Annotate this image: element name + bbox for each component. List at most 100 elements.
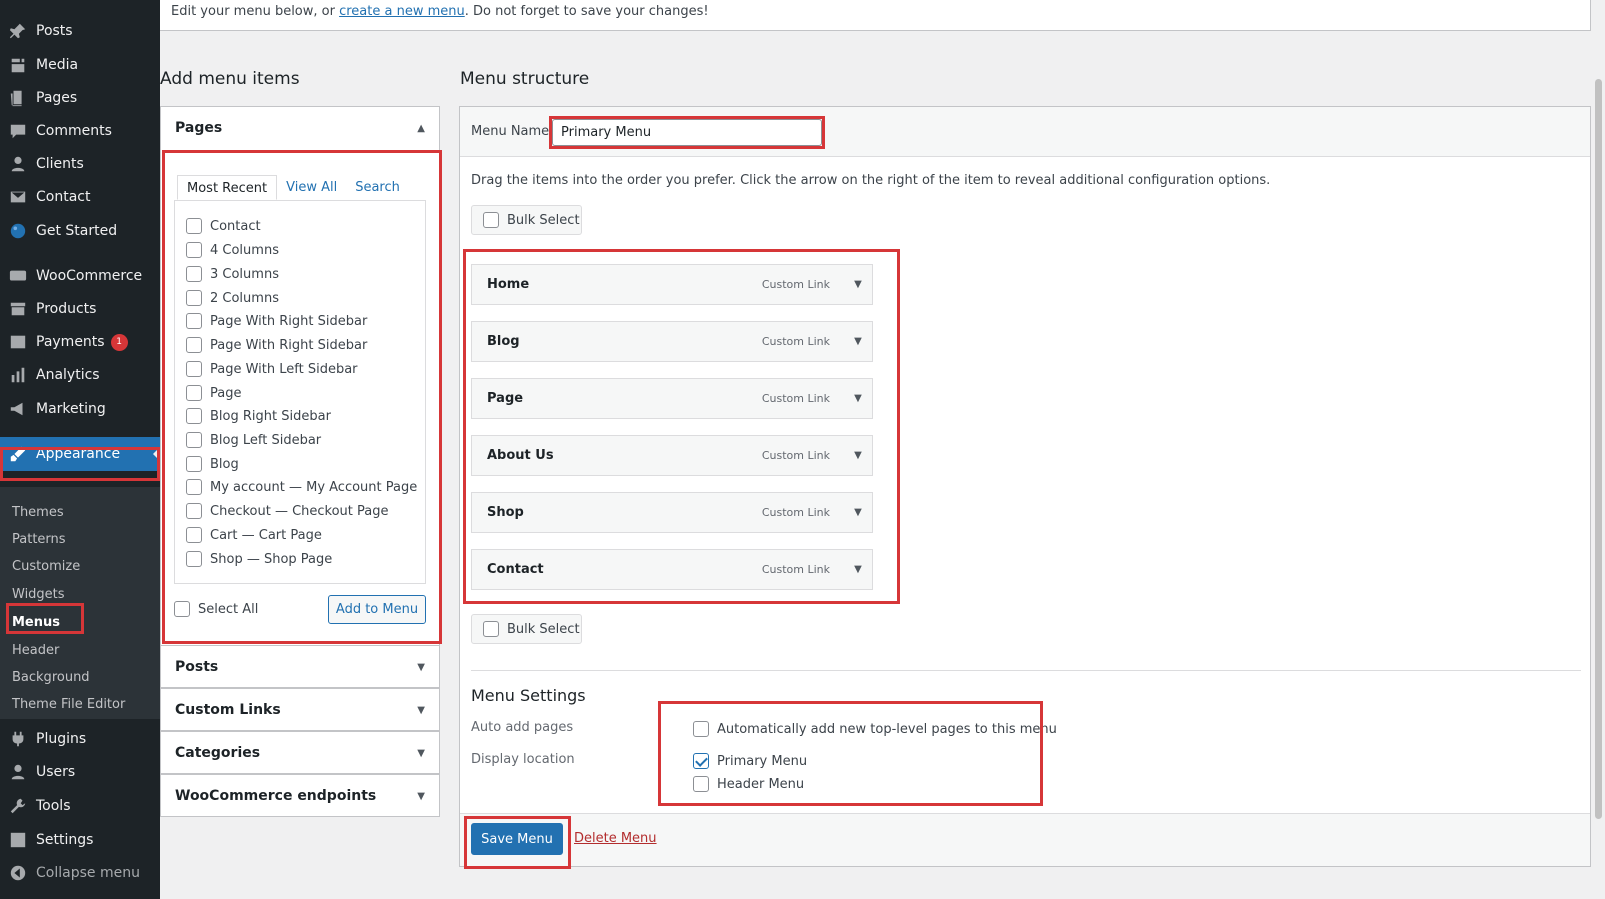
- woocommerce-endpoints-section[interactable]: WooCommerce endpoints ▼: [160, 774, 440, 817]
- nav-woocommerce[interactable]: WooCommerce: [0, 259, 160, 293]
- expand-arrow-icon[interactable]: ▼: [844, 499, 872, 527]
- checkbox[interactable]: [186, 503, 202, 519]
- menu-name-input[interactable]: [552, 119, 822, 146]
- nav-appearance[interactable]: Appearance: [0, 437, 160, 471]
- checkbox[interactable]: [174, 601, 190, 617]
- page-option[interactable]: 4 Columns: [186, 240, 279, 260]
- expand-arrow-icon[interactable]: ▼: [844, 328, 872, 356]
- location-primary-menu[interactable]: Primary Menu: [693, 751, 807, 771]
- submenu-themes[interactable]: Themes: [12, 503, 64, 523]
- nav-settings[interactable]: Settings: [0, 823, 160, 857]
- menu-item[interactable]: Contact Custom Link ▼: [471, 549, 873, 590]
- nav-marketing[interactable]: Marketing: [0, 392, 160, 426]
- delete-menu-link[interactable]: Delete Menu: [574, 831, 657, 846]
- location-header-menu[interactable]: Header Menu: [693, 774, 804, 794]
- nav-analytics[interactable]: Analytics: [0, 358, 160, 392]
- bulk-select-top[interactable]: Bulk Select: [471, 205, 582, 235]
- nav-comments[interactable]: Comments: [0, 114, 160, 148]
- page-option[interactable]: Blog: [186, 454, 239, 474]
- page-label: Page With Left Sidebar: [210, 361, 358, 377]
- expand-arrow-icon[interactable]: ▼: [844, 442, 872, 470]
- page-option[interactable]: Shop — Shop Page: [186, 549, 332, 569]
- page-option[interactable]: My account — My Account Page: [186, 477, 417, 497]
- submenu-menus[interactable]: Menus: [12, 613, 60, 633]
- bulk-select-bottom[interactable]: Bulk Select: [471, 614, 582, 644]
- posts-section[interactable]: Posts ▼: [160, 645, 440, 688]
- page-option[interactable]: Checkout — Checkout Page: [186, 501, 389, 521]
- nav-posts[interactable]: Posts: [0, 14, 160, 48]
- menu-item[interactable]: Page Custom Link ▼: [471, 378, 873, 419]
- menu-item-title: Home: [487, 277, 530, 292]
- checkbox[interactable]: [186, 337, 202, 353]
- page-option[interactable]: Cart — Cart Page: [186, 525, 322, 545]
- select-all[interactable]: Select All: [174, 599, 258, 619]
- checkbox[interactable]: [186, 290, 202, 306]
- tab-search[interactable]: Search: [346, 175, 409, 200]
- submenu-theme-file-editor[interactable]: Theme File Editor: [12, 695, 125, 715]
- checkbox[interactable]: [186, 266, 202, 282]
- tab-view-all[interactable]: View All: [277, 175, 346, 200]
- checkbox[interactable]: [186, 408, 202, 424]
- save-menu-button[interactable]: Save Menu: [471, 823, 563, 855]
- checkbox[interactable]: [693, 721, 709, 737]
- page-option[interactable]: Page With Right Sidebar: [186, 335, 367, 355]
- page-option[interactable]: Page With Right Sidebar: [186, 311, 367, 331]
- submenu-patterns[interactable]: Patterns: [12, 530, 66, 550]
- auto-add-option[interactable]: Automatically add new top-level pages to…: [693, 719, 1057, 739]
- checkbox[interactable]: [186, 242, 202, 258]
- collapse-icon: [8, 863, 28, 883]
- page-option[interactable]: 3 Columns: [186, 264, 279, 284]
- checkbox[interactable]: [483, 212, 499, 228]
- submenu-customize[interactable]: Customize: [12, 557, 80, 577]
- nav-tools[interactable]: Tools: [0, 789, 160, 823]
- create-new-menu-link[interactable]: create a new menu: [339, 4, 465, 19]
- page-option[interactable]: 2 Columns: [186, 288, 279, 308]
- page-option[interactable]: Contact: [186, 216, 261, 236]
- submenu-header[interactable]: Header: [12, 641, 59, 661]
- checkbox[interactable]: [186, 551, 202, 567]
- checkbox[interactable]: [693, 776, 709, 792]
- nav-payments[interactable]: Payments 1: [0, 325, 160, 359]
- checkbox[interactable]: [186, 218, 202, 234]
- checkbox[interactable]: [186, 479, 202, 495]
- custom-links-section[interactable]: Custom Links ▼: [160, 688, 440, 731]
- checkbox-checked[interactable]: [693, 753, 709, 769]
- section-title: Posts: [175, 659, 219, 675]
- checkbox[interactable]: [186, 313, 202, 329]
- checkbox[interactable]: [483, 621, 499, 637]
- page-option[interactable]: Blog Right Sidebar: [186, 406, 331, 426]
- page-option[interactable]: Blog Left Sidebar: [186, 430, 321, 450]
- menu-item[interactable]: Blog Custom Link ▼: [471, 321, 873, 362]
- tab-most-recent[interactable]: Most Recent: [177, 175, 278, 200]
- checkbox[interactable]: [186, 385, 202, 401]
- nav-contact[interactable]: Contact: [0, 180, 160, 214]
- nav-get-started[interactable]: Get Started: [0, 214, 160, 248]
- menu-item[interactable]: About Us Custom Link ▼: [471, 435, 873, 476]
- nav-media[interactable]: Media: [0, 48, 160, 82]
- categories-section[interactable]: Categories ▼: [160, 731, 440, 774]
- scrollbar-thumb[interactable]: [1595, 79, 1602, 819]
- checkbox[interactable]: [186, 456, 202, 472]
- expand-arrow-icon[interactable]: ▼: [844, 385, 872, 413]
- page-option[interactable]: Page: [186, 383, 241, 403]
- checkbox[interactable]: [186, 361, 202, 377]
- checkbox[interactable]: [186, 432, 202, 448]
- nav-users[interactable]: Users: [0, 755, 160, 789]
- submenu-widgets[interactable]: Widgets: [12, 585, 65, 605]
- nav-pages[interactable]: Pages: [0, 81, 160, 115]
- page-label: 3 Columns: [210, 266, 279, 282]
- expand-arrow-icon[interactable]: ▼: [844, 271, 872, 299]
- page-option[interactable]: Page With Left Sidebar: [186, 359, 358, 379]
- nav-plugins[interactable]: Plugins: [0, 722, 160, 756]
- submenu-background[interactable]: Background: [12, 668, 90, 688]
- add-to-menu-button[interactable]: Add to Menu: [328, 595, 426, 624]
- menu-item[interactable]: Home Custom Link ▼: [471, 264, 873, 305]
- nav-label: Plugins: [36, 731, 87, 747]
- pages-section-header[interactable]: Pages ▲: [161, 107, 439, 149]
- menu-item[interactable]: Shop Custom Link ▼: [471, 492, 873, 533]
- checkbox[interactable]: [186, 527, 202, 543]
- nav-products[interactable]: Products: [0, 292, 160, 326]
- expand-arrow-icon[interactable]: ▼: [844, 556, 872, 584]
- collapse-menu-button[interactable]: Collapse menu: [0, 856, 160, 890]
- nav-clients[interactable]: Clients: [0, 147, 160, 181]
